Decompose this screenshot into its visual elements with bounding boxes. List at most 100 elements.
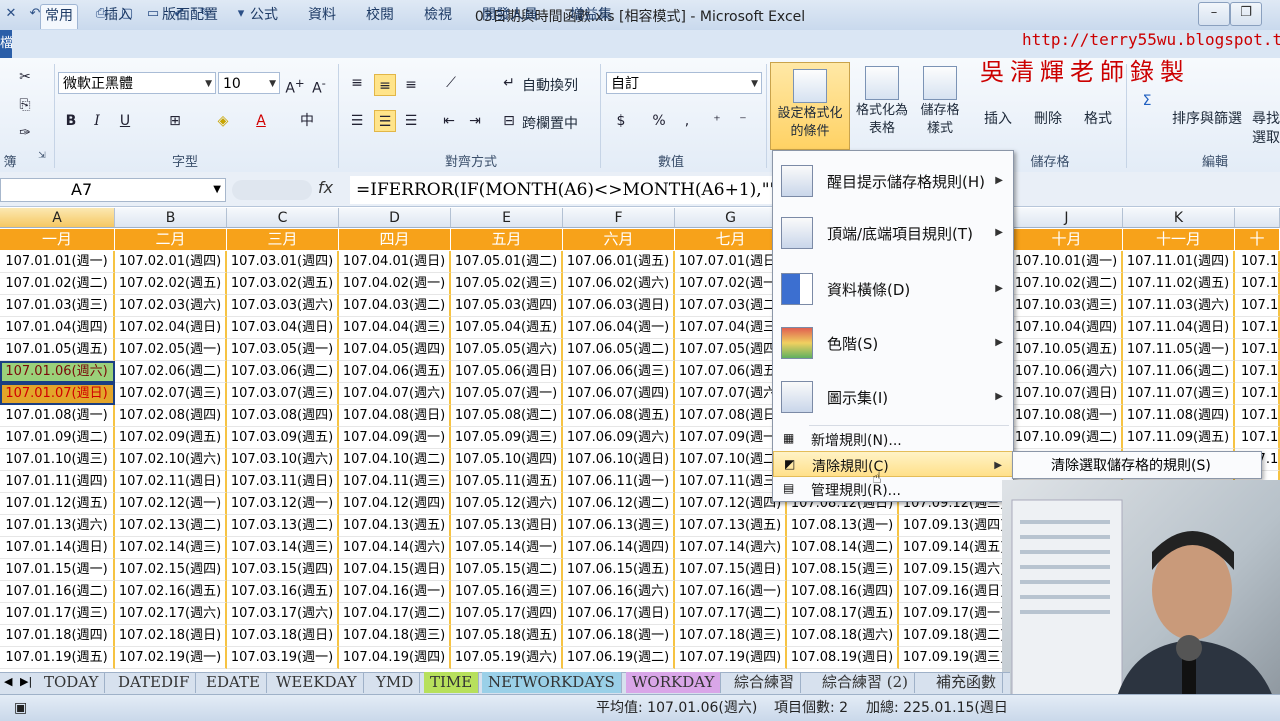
month-header[interactable]: 十 <box>1235 229 1280 250</box>
wrap-text-button[interactable]: 自動換列 <box>522 75 578 95</box>
table-cell[interactable]: 107.04.06(週五) <box>339 361 451 383</box>
table-cell[interactable]: 107.05.16(週三) <box>451 581 563 603</box>
table-cell[interactable]: 107.11.03(週六) <box>1123 295 1235 317</box>
column-header-j[interactable]: J <box>1011 208 1123 228</box>
table-cell[interactable]: 107.07.18(週三) <box>675 625 787 647</box>
sheet-tab-workday[interactable]: WORKDAY <box>626 672 722 693</box>
menu-item-data-bars[interactable]: 資料橫條(D) ▶ <box>773 261 1013 317</box>
bold-button[interactable]: B <box>60 110 82 132</box>
table-cell[interactable]: 107.07.01(週日) <box>675 251 787 273</box>
table-cell[interactable]: 107.08.17(週五) <box>787 603 899 625</box>
table-cell[interactable]: 107.06.03(週日) <box>563 295 675 317</box>
month-header[interactable]: 六月 <box>563 229 675 250</box>
table-cell[interactable]: 107.06.10(週日) <box>563 449 675 471</box>
table-cell[interactable]: 107.03.15(週四) <box>227 559 339 581</box>
table-cell[interactable]: 107.05.08(週二) <box>451 405 563 427</box>
borders-icon[interactable]: ⊞ <box>164 110 186 132</box>
table-cell[interactable]: 107.03.07(週三) <box>227 383 339 405</box>
table-cell[interactable]: 107.08.19(週日) <box>787 647 899 669</box>
table-cell[interactable]: 107.09.15(週六) <box>899 559 1011 581</box>
table-cell[interactable]: 107.05.15(週二) <box>451 559 563 581</box>
minimize-button[interactable]: – <box>1198 2 1230 26</box>
table-cell[interactable]: 107.06.12(週二) <box>563 493 675 515</box>
table-cell[interactable]: 107.05.05(週六) <box>451 339 563 361</box>
column-header-a[interactable]: A <box>0 208 115 228</box>
file-tab[interactable]: 檔案 <box>0 30 12 58</box>
table-cell[interactable]: 107.09.16(週日) <box>899 581 1011 603</box>
decrease-decimal-icon[interactable]: ⁻ <box>732 110 754 132</box>
column-header-c[interactable]: C <box>227 208 339 228</box>
month-header[interactable]: 一月 <box>0 229 115 250</box>
wrap-text-icon[interactable]: ↵ <box>498 72 520 94</box>
table-cell[interactable]: 107.02.12(週一) <box>115 493 227 515</box>
table-cell[interactable]: 107.04.16(週一) <box>339 581 451 603</box>
table-cell[interactable]: 107.03.13(週二) <box>227 515 339 537</box>
table-cell[interactable]: 107.07.13(週五) <box>675 515 787 537</box>
table-cell[interactable]: 107.06.05(週二) <box>563 339 675 361</box>
find-select-line1[interactable]: 尋找 <box>1252 108 1280 128</box>
table-cell[interactable]: 107.06.13(週三) <box>563 515 675 537</box>
sheet-tab-today[interactable]: TODAY <box>38 672 106 693</box>
submenu-clear-selected[interactable]: 清除選取儲存格的規則(S) <box>1012 451 1262 479</box>
table-cell[interactable]: 107.04.12(週四) <box>339 493 451 515</box>
table-cell[interactable]: 107.04.08(週日) <box>339 405 451 427</box>
increase-decimal-icon[interactable]: ⁺ <box>706 110 728 132</box>
table-cell[interactable]: 107.08.16(週四) <box>787 581 899 603</box>
sheet-tab-time[interactable]: TIME <box>424 672 480 693</box>
tab-data[interactable]: 資料 <box>304 4 340 26</box>
table-cell[interactable]: 107.04.07(週六) <box>339 383 451 405</box>
table-cell[interactable]: 107.12 <box>1235 383 1280 405</box>
table-cell[interactable]: 107.07.14(週六) <box>675 537 787 559</box>
table-cell[interactable]: 107.10.07(週日) <box>1011 383 1123 405</box>
table-cell[interactable]: 107.01.19(週五) <box>0 647 115 669</box>
format-painter-icon[interactable]: ✑ <box>14 122 36 144</box>
table-cell[interactable]: 107.01.07(週日) <box>0 383 115 405</box>
menu-item-highlight-rules[interactable]: 醒目提示儲存格規則(H) ▶ <box>773 155 1013 207</box>
table-cell[interactable]: 107.11.01(週四) <box>1123 251 1235 273</box>
table-cell[interactable]: 107.02.14(週三) <box>115 537 227 559</box>
table-cell[interactable]: 107.04.05(週四) <box>339 339 451 361</box>
tab-home[interactable]: 常用 <box>40 4 78 29</box>
table-cell[interactable]: 107.02.08(週四) <box>115 405 227 427</box>
dialog-launcher-icon[interactable]: ⇲ <box>36 151 48 169</box>
table-cell[interactable]: 107.05.04(週五) <box>451 317 563 339</box>
align-right-icon[interactable]: ☰ <box>400 110 422 132</box>
table-cell[interactable]: 107.10.08(週一) <box>1011 405 1123 427</box>
percent-button[interactable]: % <box>648 110 670 132</box>
sheet-tab-practice-2[interactable]: 綜合練習 (2) <box>816 672 916 693</box>
table-cell[interactable]: 107.07.09(週一) <box>675 427 787 449</box>
excel-icon[interactable]: ✕ <box>2 5 20 23</box>
table-cell[interactable]: 107.12 <box>1235 251 1280 273</box>
italic-button[interactable]: I <box>86 110 108 132</box>
table-cell[interactable]: 107.05.03(週四) <box>451 295 563 317</box>
table-cell[interactable]: 107.05.12(週六) <box>451 493 563 515</box>
sheet-tab-weekday[interactable]: WEEKDAY <box>270 672 364 693</box>
tab-formulas[interactable]: 公式 <box>246 4 282 26</box>
table-cell[interactable]: 107.01.14(週日) <box>0 537 115 559</box>
table-cell[interactable]: 107.03.02(週五) <box>227 273 339 295</box>
table-cell[interactable]: 107.11.09(週五) <box>1123 427 1235 449</box>
table-cell[interactable]: 107.07.15(週日) <box>675 559 787 581</box>
table-cell[interactable]: 107.12 <box>1235 339 1280 361</box>
cell-styles-button[interactable]: 儲存格 樣式 <box>912 66 968 138</box>
tab-view[interactable]: 檢視 <box>420 4 456 26</box>
table-cell[interactable]: 107.06.08(週五) <box>563 405 675 427</box>
table-cell[interactable]: 107.03.17(週六) <box>227 603 339 625</box>
table-cell[interactable]: 107.05.17(週四) <box>451 603 563 625</box>
underline-button[interactable]: U <box>114 110 136 132</box>
table-cell[interactable]: 107.06.01(週五) <box>563 251 675 273</box>
table-cell[interactable]: 107.07.17(週二) <box>675 603 787 625</box>
menu-item-color-scales[interactable]: 色階(S) ▶ <box>773 315 1013 369</box>
table-cell[interactable]: 107.02.16(週五) <box>115 581 227 603</box>
tab-page-layout[interactable]: 版面配置 <box>158 4 222 26</box>
month-header[interactable]: 十一月 <box>1123 229 1235 250</box>
month-header[interactable]: 二月 <box>115 229 227 250</box>
table-cell[interactable]: 107.11.04(週日) <box>1123 317 1235 339</box>
table-cell[interactable]: 107.05.13(週日) <box>451 515 563 537</box>
table-cell[interactable]: 107.03.16(週五) <box>227 581 339 603</box>
table-cell[interactable]: 107.04.19(週四) <box>339 647 451 669</box>
table-cell[interactable]: 107.03.03(週六) <box>227 295 339 317</box>
table-cell[interactable]: 107.06.04(週一) <box>563 317 675 339</box>
table-cell[interactable]: 107.12 <box>1235 295 1280 317</box>
tab-scroll-left-icon[interactable]: ◀ <box>4 675 12 688</box>
